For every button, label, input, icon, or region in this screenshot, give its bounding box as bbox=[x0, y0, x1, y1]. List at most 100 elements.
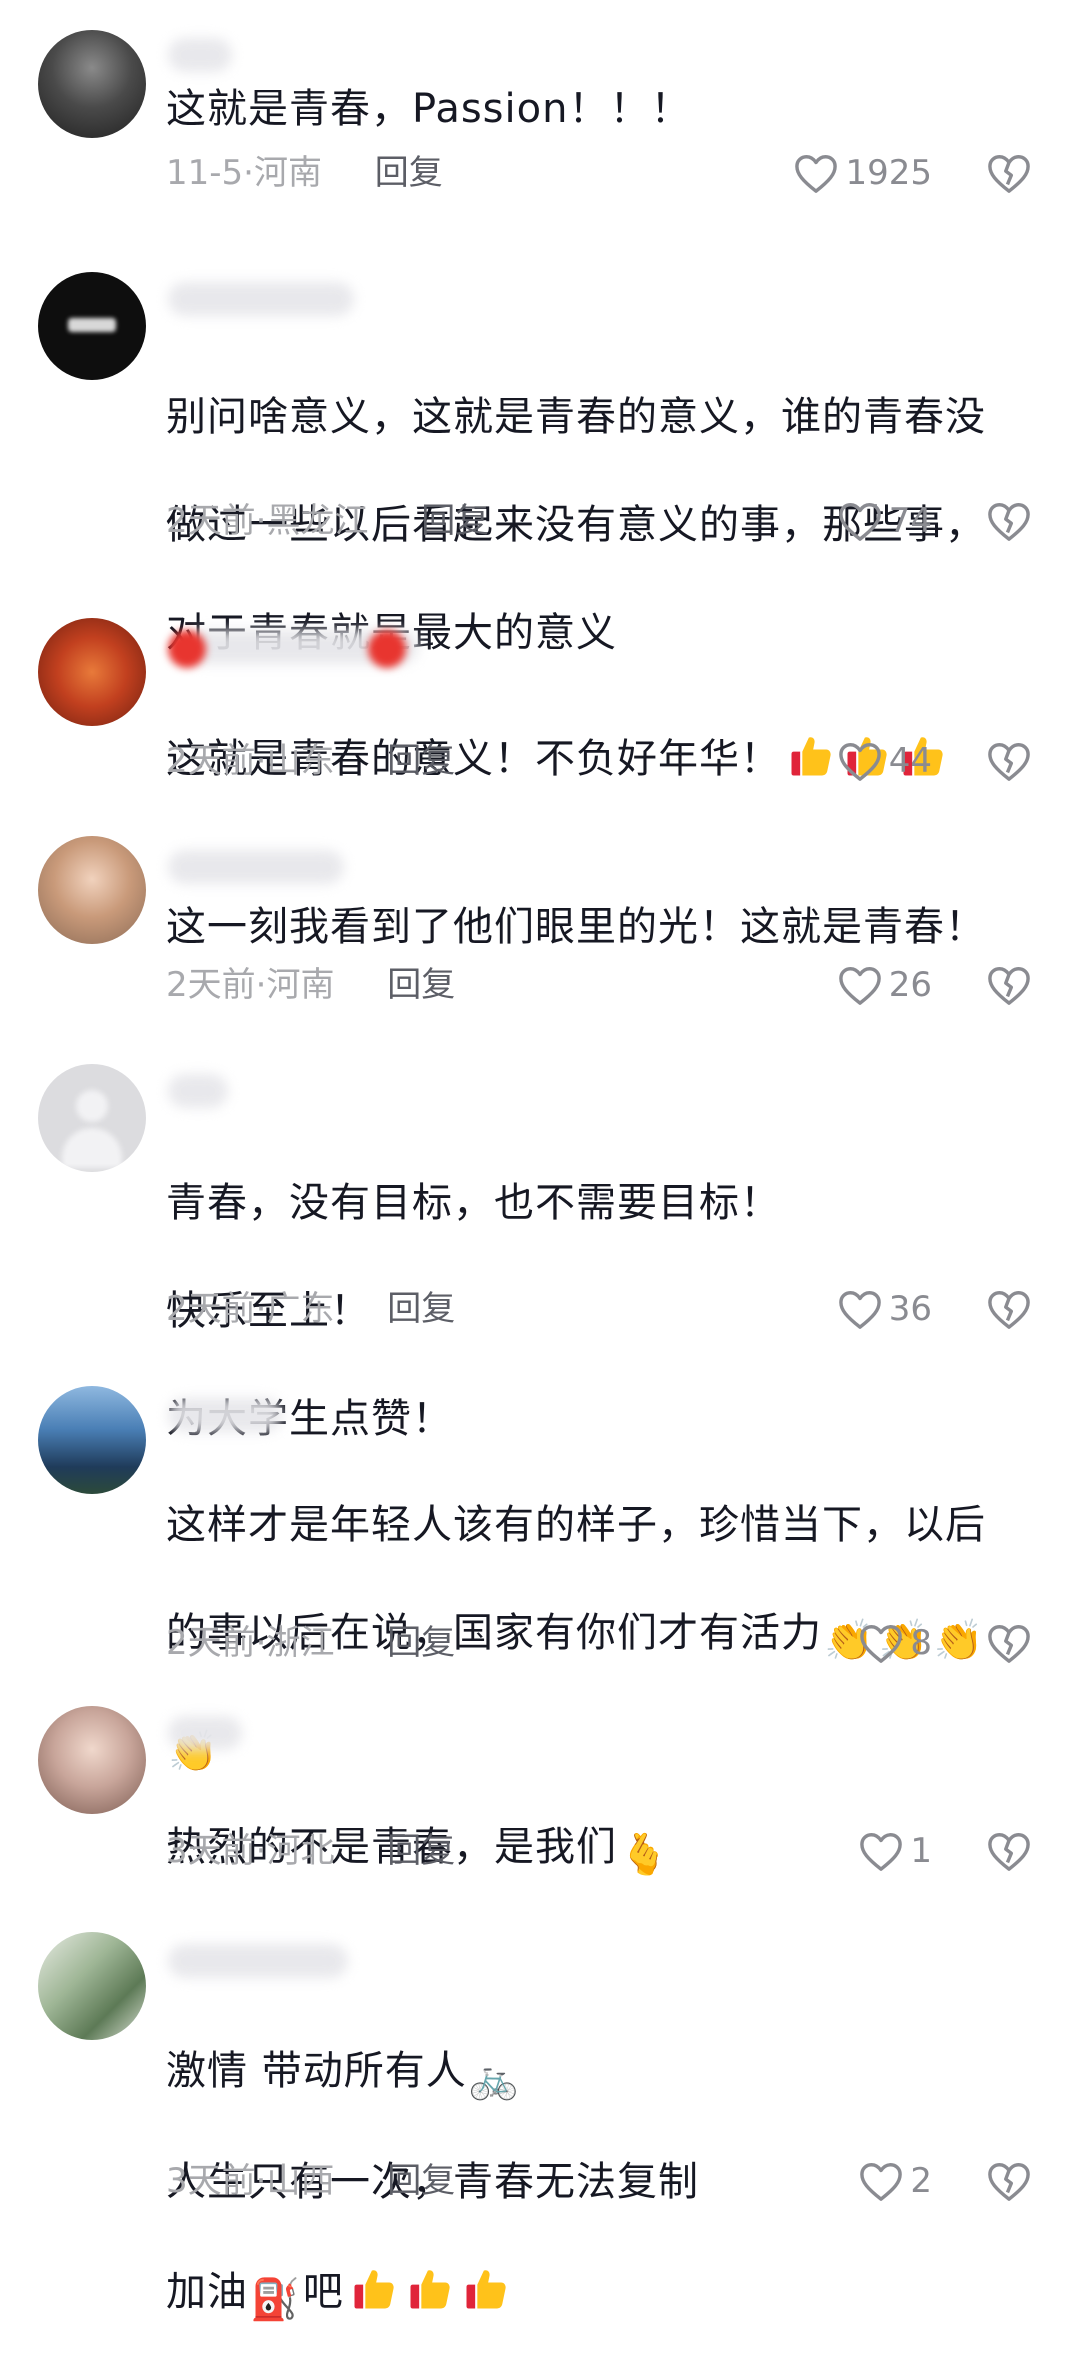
username[interactable] bbox=[168, 850, 344, 884]
comment-text-segment: 加油 bbox=[166, 2269, 248, 2315]
like-button[interactable]: 2 bbox=[858, 2156, 932, 2206]
dislike-button[interactable] bbox=[985, 960, 1033, 1010]
avatar[interactable] bbox=[38, 618, 146, 726]
comment-date: 3天前 bbox=[166, 1831, 256, 1871]
avatar[interactable] bbox=[38, 1386, 146, 1494]
comment-date: 2天前 bbox=[166, 741, 256, 781]
reply-button[interactable]: 回复 bbox=[387, 736, 455, 786]
comment-date: 2天前 bbox=[166, 965, 256, 1005]
comment-meta: 2天前·河南 回复 bbox=[166, 960, 455, 1010]
reply-button[interactable]: 回复 bbox=[387, 1618, 455, 1668]
heart-outline-icon bbox=[838, 503, 881, 541]
comment-text-line: 为大学生点赞！ bbox=[166, 1396, 453, 1442]
thumbs-up-emoji bbox=[466, 2270, 506, 2309]
bicycle-emoji: 🚲 bbox=[468, 2056, 520, 2102]
like-button[interactable]: 44 bbox=[837, 736, 932, 786]
username[interactable] bbox=[168, 282, 354, 316]
heart-outline-icon bbox=[860, 1833, 903, 1871]
heart-outline-icon bbox=[860, 1625, 903, 1663]
fuel-pump-emoji: ⛽ bbox=[250, 2277, 301, 2323]
reply-button[interactable]: 回复 bbox=[387, 960, 455, 1010]
avatar[interactable] bbox=[38, 1706, 146, 1814]
username-emoji bbox=[368, 630, 406, 668]
like-button[interactable]: 1 bbox=[858, 1826, 932, 1876]
like-button[interactable]: 26 bbox=[837, 960, 932, 1010]
comment-text-line: 这样才是年轻人该有的样子，珍惜当下，以后 bbox=[166, 1502, 986, 1548]
comment-date: 2天前 bbox=[166, 501, 256, 541]
meta-separator: · bbox=[255, 1623, 267, 1663]
comment-text-line: 青春，没有目标，也不需要目标！ bbox=[166, 1180, 781, 1226]
comment-text-line: 激情 带动所有人🚲 bbox=[166, 2044, 1006, 2101]
username-emoji bbox=[168, 630, 206, 668]
heart-outline-icon bbox=[838, 1291, 881, 1329]
meta-separator: · bbox=[255, 2161, 267, 2201]
thumbs-up-emoji bbox=[791, 737, 831, 776]
finger-heart-emoji: 🫰 bbox=[619, 1832, 670, 1878]
comment-date: 2天前 bbox=[166, 1289, 256, 1329]
reply-button[interactable]: 回复 bbox=[375, 148, 443, 198]
comment-location: 广东 bbox=[266, 1289, 335, 1329]
broken-heart-icon bbox=[988, 155, 1030, 193]
comment-location: 浙江 bbox=[266, 1623, 335, 1663]
reply-button[interactable]: 回复 bbox=[387, 1284, 455, 1334]
thumbs-up-emoji bbox=[354, 2270, 394, 2309]
broken-heart-icon bbox=[988, 1833, 1030, 1871]
like-count: 44 bbox=[888, 741, 932, 781]
dislike-button[interactable] bbox=[985, 1618, 1033, 1668]
username[interactable] bbox=[168, 38, 232, 72]
like-button[interactable]: 1925 bbox=[793, 148, 932, 198]
avatar[interactable] bbox=[38, 836, 146, 944]
username[interactable] bbox=[168, 1944, 348, 1978]
avatar-logo bbox=[68, 318, 116, 332]
meta-separator: · bbox=[255, 741, 267, 781]
meta-separator: · bbox=[243, 153, 254, 193]
dislike-button[interactable] bbox=[985, 496, 1033, 546]
meta-separator: · bbox=[255, 1289, 267, 1329]
avatar-placeholder-body bbox=[62, 1128, 122, 1168]
username[interactable] bbox=[168, 1074, 228, 1108]
comment-location: 河南 bbox=[253, 153, 322, 193]
dislike-button[interactable] bbox=[985, 148, 1033, 198]
broken-heart-icon bbox=[988, 503, 1030, 541]
meta-separator: · bbox=[255, 501, 267, 541]
comment-meta: 2天前·广东 回复 bbox=[166, 1284, 455, 1334]
dislike-button[interactable] bbox=[985, 736, 1033, 786]
like-count: 36 bbox=[888, 1289, 932, 1329]
avatar[interactable] bbox=[38, 1064, 146, 1172]
broken-heart-icon bbox=[988, 1291, 1030, 1329]
like-count: 1925 bbox=[845, 153, 932, 193]
heart-outline-icon bbox=[860, 2163, 903, 2201]
comment-text: 这一刻我看到了他们眼里的光！这就是青春！ bbox=[166, 904, 986, 950]
comment-location: 河南 bbox=[266, 965, 335, 1005]
broken-heart-icon bbox=[988, 743, 1030, 781]
heart-outline-icon bbox=[838, 743, 881, 781]
dislike-button[interactable] bbox=[985, 1284, 1033, 1334]
like-button[interactable]: 8 bbox=[858, 1618, 932, 1668]
reply-button[interactable]: 回复 bbox=[421, 496, 489, 546]
comment-text-segment: 激情 带动所有人 bbox=[166, 2048, 467, 2094]
dislike-button[interactable] bbox=[985, 2156, 1033, 2206]
comment-meta: 3天前·山西 回复 bbox=[166, 2156, 455, 2206]
avatar[interactable] bbox=[38, 272, 146, 380]
like-count: 8 bbox=[910, 1623, 932, 1663]
meta-separator: · bbox=[255, 965, 267, 1005]
comment-meta: 2天前·黑龙江 回复 bbox=[166, 496, 489, 546]
comment-text: 这就是青春，Passion！！！ bbox=[166, 86, 692, 132]
like-count: 2 bbox=[910, 2161, 932, 2201]
comment-location: 山西 bbox=[266, 2161, 335, 2201]
avatar[interactable] bbox=[38, 1932, 146, 2040]
like-count: 26 bbox=[888, 965, 932, 1005]
dislike-button[interactable] bbox=[985, 1826, 1033, 1876]
username[interactable] bbox=[168, 1716, 242, 1750]
like-button[interactable]: 36 bbox=[837, 1284, 932, 1334]
comment-text-line: 别问啥意义，这就是青春的意义，谁的青春没 bbox=[166, 394, 986, 440]
reply-button[interactable]: 回复 bbox=[387, 2156, 455, 2206]
reply-button[interactable]: 回复 bbox=[387, 1826, 455, 1876]
comment-meta: 2天前·山东 回复 bbox=[166, 736, 455, 786]
comment-date: 11-5 bbox=[166, 153, 244, 193]
broken-heart-icon bbox=[988, 1625, 1030, 1663]
comment-meta: 3天前·河北 回复 bbox=[166, 1826, 455, 1876]
username[interactable] bbox=[168, 1398, 282, 1432]
like-button[interactable]: 74 bbox=[837, 496, 932, 546]
avatar[interactable] bbox=[38, 30, 146, 138]
